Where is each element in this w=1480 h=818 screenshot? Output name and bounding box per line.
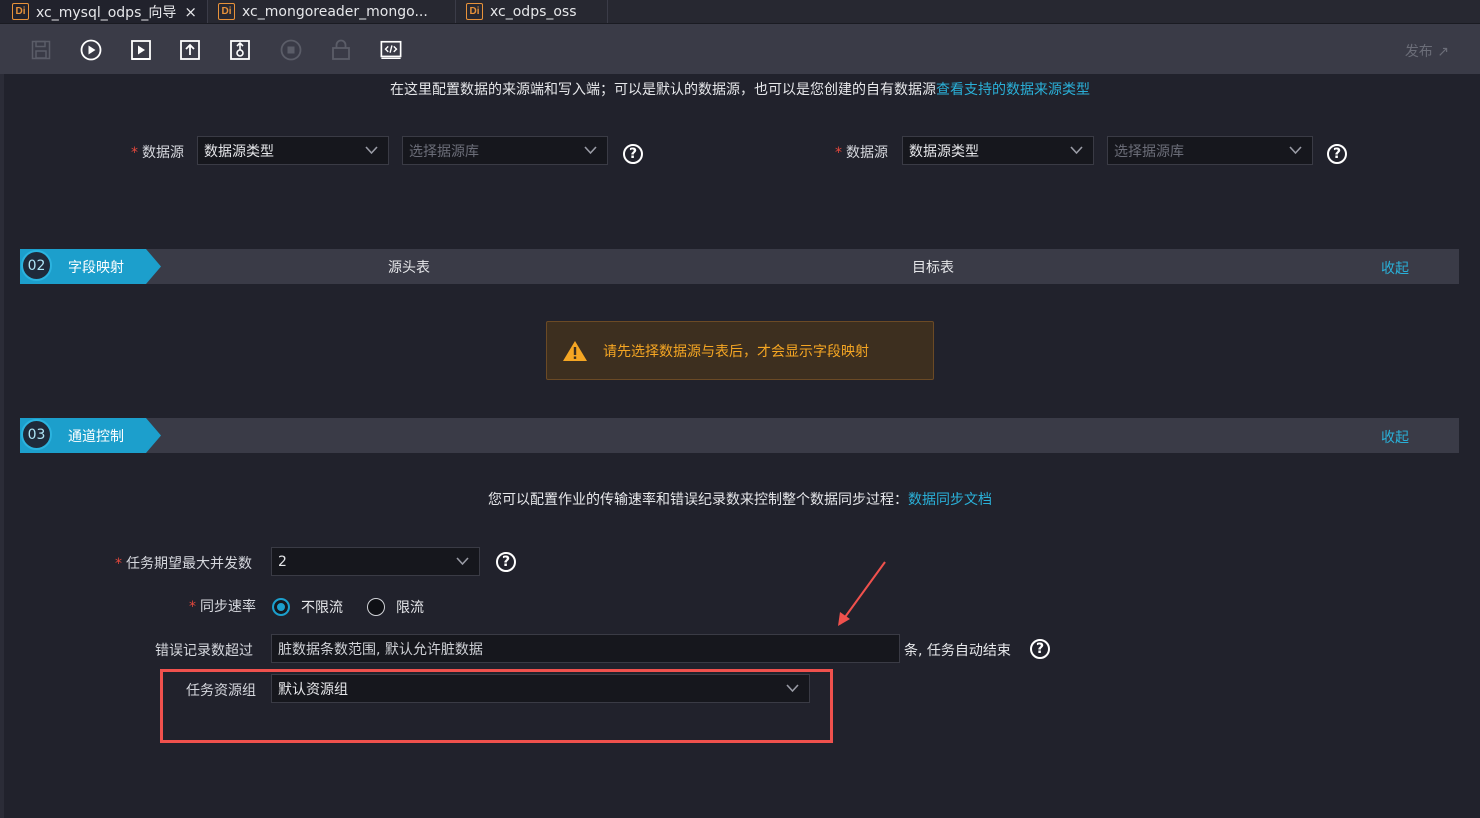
target-datasource-label: * 数据源 [835, 142, 888, 162]
concurrency-label-text: 任务期望最大并发数 [126, 556, 252, 572]
collapse-button[interactable]: 收起 [1381, 427, 1409, 447]
error-records-placeholder: 脏数据条数范围, 默认允许脏数据 [278, 641, 483, 658]
highlight-box [160, 669, 833, 743]
sync-docs-link[interactable]: 数据同步文档 [908, 492, 992, 508]
target-table-header: 目标表 [912, 260, 954, 276]
close-icon[interactable]: × [184, 3, 197, 21]
di-file-icon: Di [466, 3, 483, 20]
section-channel-control: 03 通道控制 收起 [20, 418, 1459, 453]
channel-desc-text: 您可以配置作业的传输速率和错误纪录数来控制整个数据同步过程： [488, 492, 908, 508]
rate-unlimited-label[interactable]: 不限流 [301, 597, 343, 617]
target-type-select[interactable]: 数据源类型 [902, 136, 1094, 165]
section-number: 02 [21, 250, 52, 281]
rate-limited-radio[interactable] [367, 598, 385, 616]
chevron-down-icon [1070, 146, 1083, 155]
source-type-select[interactable]: 数据源类型 [197, 136, 389, 165]
source-table-header: 源头表 [388, 260, 430, 276]
source-label-text: 数据源 [142, 145, 184, 161]
section-number: 03 [21, 419, 52, 450]
tab-label: xc_mongoreader_mongo... [242, 3, 428, 20]
required-mark: * [189, 599, 196, 615]
save-icon[interactable] [30, 39, 52, 61]
help-icon[interactable]: ? [1327, 144, 1347, 164]
run-params-icon[interactable] [130, 39, 152, 61]
chevron-down-icon [365, 146, 378, 155]
run-icon[interactable] [80, 39, 102, 61]
chevron-down-icon [1289, 146, 1302, 155]
tab-label: xc_odps_oss [490, 3, 577, 20]
code-icon[interactable] [380, 39, 402, 61]
warning-icon [563, 341, 587, 361]
help-icon[interactable]: ? [623, 144, 643, 164]
required-mark: * [115, 556, 122, 572]
required-mark: * [835, 145, 842, 161]
help-icon[interactable]: ? [1030, 639, 1050, 659]
target-label-text: 数据源 [846, 145, 888, 161]
warning-text: 请先选择数据源与表后，才会显示字段映射 [603, 344, 869, 360]
tab-xc-odps-oss[interactable]: Di xc_odps_oss [456, 0, 607, 23]
stop-icon[interactable] [280, 39, 302, 61]
source-info-text: 在这里配置数据的来源端和写入端；可以是默认的数据源，也可以是您创建的自有数据源 [390, 82, 936, 98]
collapse-button[interactable]: 收起 [1381, 258, 1409, 278]
di-file-icon: Di [218, 3, 235, 20]
target-db-placeholder: 选择据源库 [1114, 143, 1184, 160]
target-db-select[interactable]: 选择据源库 [1107, 136, 1313, 165]
source-db-placeholder: 选择据源库 [409, 143, 479, 160]
concurrency-select[interactable]: 2 [271, 547, 480, 576]
error-records-input[interactable]: 脏数据条数范围, 默认允许脏数据 [271, 634, 900, 663]
channel-description: 您可以配置作业的传输速率和错误纪录数来控制整个数据同步过程：数据同步文档 [0, 489, 1480, 509]
deploy-check-icon[interactable] [229, 39, 251, 61]
tab-xc-mysql-odps[interactable]: Di xc_mysql_odps_向导 × [0, 0, 207, 23]
concurrency-value: 2 [278, 553, 287, 570]
sync-rate-label-text: 同步速率 [200, 599, 256, 615]
source-datasource-label: * 数据源 [131, 142, 184, 162]
error-records-label: 错误记录数超过 [155, 643, 253, 659]
tab-label: xc_mysql_odps_向导 [36, 4, 177, 21]
left-scroll-edge [0, 74, 4, 818]
source-info: 在这里配置数据的来源端和写入端；可以是默认的数据源，也可以是您创建的自有数据源查… [0, 79, 1480, 99]
error-records-suffix: 条, 任务自动结束 [904, 643, 1011, 659]
source-type-value: 数据源类型 [204, 143, 274, 160]
annotation-arrow-icon [838, 561, 886, 626]
help-icon[interactable]: ? [496, 552, 516, 572]
di-file-icon: Di [12, 3, 29, 20]
submit-icon[interactable] [179, 39, 201, 61]
tab-bar: Di xc_mysql_odps_向导 × Di xc_mongoreader_… [0, 0, 1480, 24]
concurrency-label: * 任务期望最大并发数 [115, 553, 252, 573]
section-title: 字段映射 [68, 260, 124, 276]
source-db-select[interactable]: 选择据源库 [402, 136, 608, 165]
tab-xc-mongoreader[interactable]: Di xc_mongoreader_mongo... [208, 0, 455, 23]
rate-unlimited-radio[interactable] [272, 598, 290, 616]
tab-divider [607, 0, 608, 23]
toolbar: 发布 ↗ [0, 24, 1480, 74]
lock-icon[interactable] [330, 39, 352, 61]
mapping-warning: 请先选择数据源与表后，才会显示字段映射 [546, 321, 934, 380]
section-field-mapping: 02 字段映射 源头表 目标表 收起 [20, 249, 1459, 284]
target-type-value: 数据源类型 [909, 143, 979, 160]
section-title: 通道控制 [68, 429, 124, 445]
sync-rate-label: * 同步速率 [189, 596, 256, 616]
publish-button[interactable]: 发布 ↗ [1405, 41, 1449, 61]
required-mark: * [131, 145, 138, 161]
rate-limited-label[interactable]: 限流 [396, 597, 424, 617]
chevron-down-icon [456, 557, 469, 566]
chevron-down-icon [584, 146, 597, 155]
supported-sources-link[interactable]: 查看支持的数据来源类型 [936, 82, 1090, 98]
